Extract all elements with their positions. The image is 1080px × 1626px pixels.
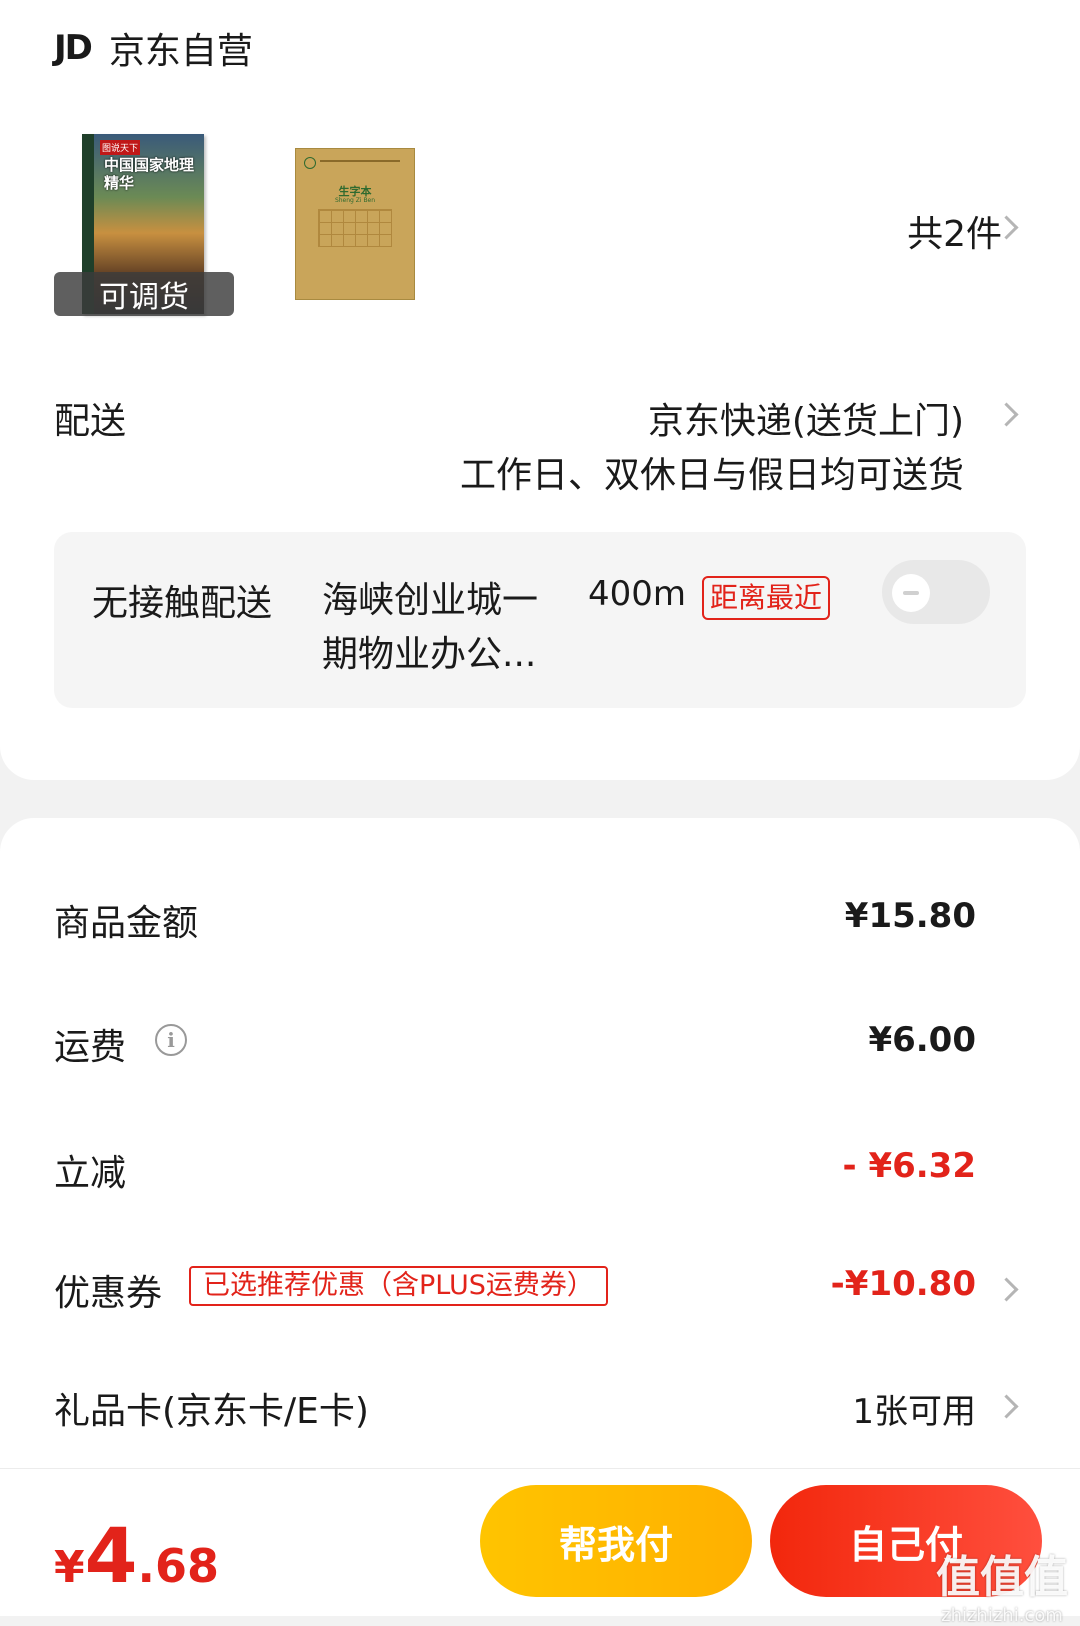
instant-discount-value: - ¥6.32 xyxy=(842,1146,977,1186)
order-card: JD 京东自营 图说天下 中国国家地理精华 可调货 生字本 Sheng Zi B… xyxy=(0,0,1080,780)
product-thumbnail-notebook[interactable]: 生字本 Sheng Zi Ben xyxy=(295,148,415,300)
notebook-header-line xyxy=(320,160,400,162)
total-price: ¥4.68 xyxy=(54,1511,219,1600)
total-decimal: .68 xyxy=(137,1539,220,1593)
jd-logo-icon: JD xyxy=(54,28,93,68)
coupon-label: 优惠券 xyxy=(54,1273,163,1314)
giftcard-value[interactable]: 1张可用 xyxy=(852,1384,976,1433)
transferable-badge: 可调货 xyxy=(54,272,234,316)
coupon-recommend-badge: 已选推荐优惠（含PLUS运费券） xyxy=(189,1266,608,1306)
delivery-method[interactable]: 京东快递(送货上门) xyxy=(648,392,964,444)
notebook-cover-subtitle: Sheng Zi Ben xyxy=(334,197,376,204)
watermark-url: zhizhizhi.com xyxy=(941,1605,1063,1626)
instant-discount-label: 立减 xyxy=(54,1153,127,1194)
shipping-fee-value: ¥6.00 xyxy=(868,1020,976,1060)
item-count-link[interactable]: 共2件 xyxy=(907,205,1002,257)
goods-amount-label: 商品金额 xyxy=(54,903,199,944)
shipping-fee-label: 运费 xyxy=(54,1027,127,1068)
shop-header: JD 京东自营 xyxy=(54,22,253,74)
coupon-value[interactable]: -¥10.80 xyxy=(831,1264,976,1304)
shop-name: 京东自营 xyxy=(108,31,253,72)
total-integer: 4 xyxy=(84,1511,138,1600)
book-cover-title: 中国国家地理精华 xyxy=(104,156,195,192)
contactless-label: 无接触配送 xyxy=(92,583,273,624)
total-currency: ¥ xyxy=(54,1542,85,1593)
notebook-logo-icon xyxy=(304,157,316,169)
contactless-distance: 400m xyxy=(588,574,687,614)
checkout-bar: ¥4.68 帮我付 自己付 值值值 zhizhizhi.com xyxy=(0,1468,1080,1626)
contactless-delivery-panel: 无接触配送 海峡创业城一期物业办公... 400m 距离最近 xyxy=(54,532,1026,708)
watermark: 值值值 zhizhizhi.com xyxy=(936,1541,1068,1626)
item-count: 共2件 xyxy=(907,214,1002,255)
toggle-knob-icon xyxy=(892,574,930,612)
delivery-label: 配送 xyxy=(54,401,127,442)
book-cover-tag: 图说天下 xyxy=(100,140,141,155)
giftcard-label: 礼品卡(京东卡/E卡) xyxy=(54,1391,369,1432)
watermark-logo: 值值值 xyxy=(936,1552,1068,1603)
contactless-toggle[interactable] xyxy=(882,560,990,624)
contactless-address: 海峡创业城一期物业办公... xyxy=(322,580,539,675)
help-pay-label: 帮我付 xyxy=(558,1522,673,1567)
notebook-grid xyxy=(318,209,392,247)
nearest-badge: 距离最近 xyxy=(702,576,831,620)
help-pay-button[interactable]: 帮我付 xyxy=(480,1485,752,1597)
delivery-schedule: 工作日、双休日与假日均可送货 xyxy=(459,455,964,496)
goods-amount-value: ¥15.80 xyxy=(844,896,976,936)
shipping-info-icon[interactable]: i xyxy=(155,1024,187,1056)
delivery-chevron-icon xyxy=(994,402,1019,427)
